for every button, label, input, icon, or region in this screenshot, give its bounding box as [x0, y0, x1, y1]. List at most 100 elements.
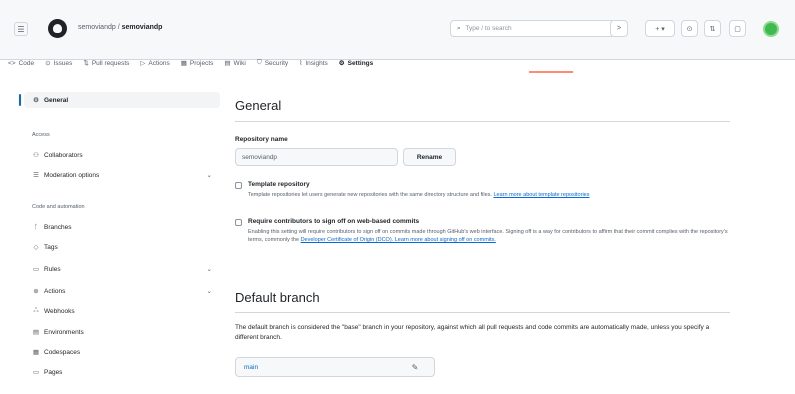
search-placeholder: Type / to search: [465, 25, 512, 32]
tab-code[interactable]: <> Code: [8, 56, 34, 70]
sidebar-item-label: Tags: [44, 243, 58, 251]
repo-name-label: Repository name: [235, 136, 288, 143]
create-new-icon[interactable]: + ▾: [645, 20, 675, 37]
tag-icon: ◇: [33, 244, 39, 251]
tab-label: Insights: [305, 59, 328, 67]
sidebar-item-tags[interactable]: ◇ Tags: [24, 239, 220, 255]
default-branch-field[interactable]: main: [235, 357, 435, 377]
tab-issues[interactable]: ⊙ Issues: [45, 56, 72, 70]
repo-name-input[interactable]: semoviandp: [235, 148, 398, 166]
search-icon: ⌕: [457, 25, 461, 32]
sidebar-item-label: Pages: [44, 368, 63, 376]
sidebar-item-collaborators[interactable]: ⚇ Collaborators: [24, 147, 220, 163]
search-input[interactable]: ⌕ Type / to search: [450, 20, 620, 37]
pencil-icon[interactable]: ✎: [407, 359, 423, 375]
chevron-down-icon: ⌄: [206, 288, 212, 295]
play-icon: ⊕: [33, 288, 39, 295]
browser-icon: ▭: [32, 369, 40, 376]
breadcrumb: semoviandp / semoviandp: [78, 24, 162, 31]
sidebar-item-label: Environments: [44, 328, 84, 336]
signoff-desc: Enabling this setting will require contr…: [248, 228, 733, 244]
comment-icon: ☰: [33, 172, 39, 179]
sidebar-item-pages[interactable]: ▭ Pages: [24, 364, 220, 380]
default-branch-divider: [235, 312, 730, 313]
tab-pull-requests[interactable]: ⇅ Pull requests: [83, 56, 129, 70]
pull-requests-icon[interactable]: ⇅: [704, 20, 721, 37]
tab-label: Actions: [148, 59, 170, 67]
sidebar-item-codespaces[interactable]: ▦ Codespaces: [24, 344, 220, 360]
issues-icon: ⊙: [45, 60, 51, 67]
sidebar-item-label: Webhooks: [44, 307, 75, 315]
pull-request-icon: ⇅: [83, 60, 89, 67]
breadcrumb-owner[interactable]: semoviandp: [78, 24, 116, 31]
sidebar-item-webhooks[interactable]: ஃ Webhooks: [24, 303, 220, 319]
sidebar-heading-access: Access: [32, 132, 50, 138]
breadcrumb-separator: /: [117, 24, 120, 31]
default-branch-desc: The default branch is considered the "ba…: [235, 324, 710, 341]
default-branch-title: Default branch: [235, 290, 320, 305]
server-icon: ▤: [32, 329, 40, 336]
template-repo-checkbox[interactable]: [235, 182, 242, 189]
sidebar-heading-code: Code and automation: [32, 204, 85, 210]
code-icon: <>: [8, 59, 16, 67]
chevron-down-icon: ⌄: [206, 266, 212, 273]
breadcrumb-repo[interactable]: semoviandp: [122, 24, 163, 31]
people-icon: ⚇: [33, 152, 39, 159]
title-divider: [235, 121, 730, 122]
tab-actions[interactable]: ▷ Actions: [140, 56, 169, 70]
codespaces-icon: ▦: [32, 349, 40, 356]
tab-security[interactable]: ⛉ Security: [257, 56, 288, 70]
sidebar-item-environments[interactable]: ▤ Environments: [24, 324, 220, 340]
sidebar-item-actions[interactable]: ⊕ Actions ⌄: [24, 283, 220, 299]
repo-nav: <> Code ⊙ Issues ⇅ Pull requests ▷ Actions ▦ Proj…: [8, 56, 373, 70]
github-logo-icon[interactable]: [48, 19, 67, 38]
sidebar-item-label: Actions: [44, 287, 66, 295]
wiki-icon: ▤: [224, 60, 231, 67]
tab-wiki[interactable]: ▤ Wiki: [224, 56, 245, 70]
inbox-icon[interactable]: ▢: [729, 20, 746, 37]
rename-button[interactable]: Rename: [403, 148, 456, 166]
sidebar-item-branches[interactable]: ᚴ Branches: [24, 219, 220, 235]
sidebar-item-moderation[interactable]: ☰ Moderation options ⌄: [24, 167, 220, 183]
template-repo-title: Template repository: [248, 181, 310, 188]
tab-label: Settings: [347, 59, 374, 67]
global-header: ☰ semoviandp / semoviandp ⌕ Type / to se…: [0, 0, 795, 67]
security-icon: ⛉: [256, 59, 262, 66]
hamburger-menu-icon[interactable]: ☰: [14, 22, 28, 36]
tab-label: Security: [264, 59, 289, 67]
signoff-checkbox[interactable]: [235, 219, 242, 226]
sidebar-item-label: Codespaces: [44, 348, 81, 356]
signoff-link[interactable]: Developer Certificate of Origin (DCO). L…: [301, 237, 496, 243]
sidebar-item-label: Collaborators: [44, 151, 83, 159]
tab-label: Pull requests: [91, 59, 130, 67]
gear-icon: ⚙: [33, 97, 39, 104]
webhook-icon: ஃ: [33, 307, 39, 314]
sidebar-item-rules[interactable]: ▭ Rules ⌄: [24, 261, 220, 277]
tab-label: Issues: [53, 59, 73, 67]
insights-icon: ⌇: [299, 60, 303, 67]
sidebar-item-label: General: [44, 96, 69, 104]
settings-icon: ⚙: [338, 60, 345, 67]
page-title: General: [235, 98, 282, 113]
template-repo-desc: Template repositories let users generate…: [248, 191, 733, 199]
sidebar-item-label: Moderation options: [44, 171, 100, 179]
tab-label: Wiki: [233, 59, 246, 67]
sidebar-item-label: Rules: [44, 265, 61, 273]
tab-insights[interactable]: ⌇ Insights: [299, 56, 328, 70]
rules-icon: ▭: [32, 266, 40, 273]
tab-projects[interactable]: ▦ Projects: [181, 56, 214, 70]
signoff-title: Require contributors to sign off on web-…: [248, 218, 420, 225]
branch-icon: ᚴ: [34, 223, 38, 231]
sidebar-item-general[interactable]: ⚙ General: [19, 92, 220, 108]
active-tab-underline: [529, 71, 573, 73]
tab-settings[interactable]: ⚙ Settings: [339, 56, 373, 70]
template-repo-desc-text: Template repositories let users generate…: [248, 192, 492, 198]
projects-icon: ▦: [180, 60, 187, 67]
tab-label: Code: [18, 59, 35, 67]
issues-icon[interactable]: ⊙: [681, 20, 698, 37]
template-repo-link[interactable]: Learn more about template repositories: [493, 192, 589, 198]
avatar[interactable]: [763, 21, 779, 37]
chevron-down-icon: ⌄: [206, 172, 212, 179]
sidebar-item-label: Branches: [44, 223, 72, 231]
command-palette-icon[interactable]: >: [610, 20, 628, 37]
